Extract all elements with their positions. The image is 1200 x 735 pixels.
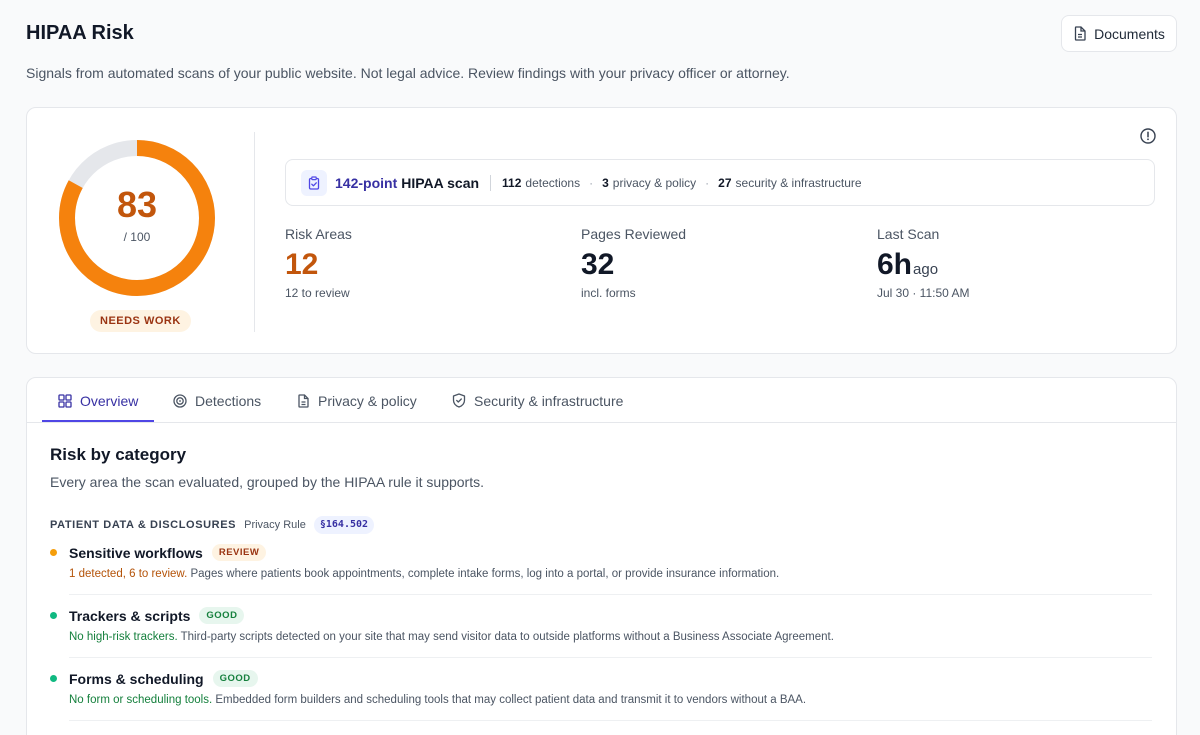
stat-unit: ago: [913, 261, 939, 278]
rule-code-badge: §164.502: [313, 516, 375, 534]
tab-detections[interactable]: Detections: [173, 378, 261, 423]
stat-risk-areas: Risk Areas 12 12 to review: [285, 226, 352, 300]
privacy-label: privacy & policy: [612, 175, 697, 190]
score-card: 83 / 100 NEEDS WORK 142-point HIPAA scan…: [26, 107, 1177, 354]
document-icon: [298, 393, 309, 408]
status-badge: GOOD: [199, 607, 245, 624]
item-description: No high-risk trackers. Third-party scrip…: [69, 631, 1153, 643]
strip-dot: ·: [589, 175, 594, 190]
tab-label: Overview: [80, 392, 139, 409]
scan-summary: 142-point HIPAA scan 112 detections · 3 …: [285, 159, 1155, 206]
document-icon: [1074, 26, 1086, 41]
status-dot: [50, 612, 57, 619]
group-rule: Privacy Rule: [244, 519, 306, 531]
status-badge: GOOD: [212, 670, 258, 687]
card-divider: [254, 132, 255, 332]
item-title: Forms & scheduling: [69, 670, 204, 687]
category-item-forms-scheduling[interactable]: Forms & scheduling GOOD No form or sched…: [50, 670, 1153, 706]
stat-pages-reviewed: Pages Reviewed 32 incl. forms: [581, 226, 686, 300]
status-dot: [50, 675, 57, 682]
tab-bar: Overview Detections Privacy & policy Sec…: [27, 378, 1176, 423]
item-head: Forms & scheduling GOOD: [50, 670, 1153, 687]
item-divider: [69, 657, 1152, 658]
hipaa-risk-page: HIPAA Risk Documents Signals from automa…: [0, 0, 1200, 735]
strip-dot: ·: [705, 175, 710, 190]
security-count: 27: [718, 175, 732, 190]
tab-label: Privacy & policy: [318, 392, 417, 409]
category-item-trackers-scripts[interactable]: Trackers & scripts GOOD No high-risk tra…: [50, 607, 1153, 643]
tab-overview[interactable]: Overview: [58, 378, 138, 423]
tab-security-infrastructure[interactable]: Security & infrastructure: [452, 378, 623, 423]
item-head: Sensitive workflows REVIEW: [50, 544, 1153, 561]
page-subtitle: Signals from automated scans of your pub…: [26, 65, 790, 81]
target-icon: [173, 393, 187, 408]
scan-label: HIPAA scan: [401, 174, 480, 191]
item-title: Trackers & scripts: [69, 607, 191, 624]
detections-label: detections: [525, 175, 581, 190]
clipboard-icon: [301, 169, 327, 196]
info-icon[interactable]: [1140, 128, 1156, 144]
section-subtitle: Every area the scan evaluated, grouped b…: [50, 474, 484, 490]
item-text: Embedded form builders and scheduling to…: [215, 694, 807, 706]
documents-label: Documents: [1094, 25, 1165, 42]
item-highlight: 1 detected, 6 to review.: [69, 568, 188, 580]
stat-sub: Jul 30 · 11:50 AM: [877, 286, 970, 300]
stat-last-scan: Last Scan 6h ago Jul 30 · 11:50 AM: [877, 226, 970, 300]
item-head: Trackers & scripts GOOD: [50, 607, 1153, 624]
status-dot: [50, 549, 57, 556]
stat-sub: 12 to review: [285, 286, 350, 300]
stat-label: Risk Areas: [285, 226, 352, 242]
stat-value: 12: [285, 248, 319, 281]
status-badge: NEEDS WORK: [90, 310, 191, 332]
grid-icon: [58, 393, 72, 408]
stat-label: Pages Reviewed: [581, 226, 687, 242]
stat-sub: incl. forms: [581, 286, 636, 300]
stat-value-row: 6h ago: [877, 248, 970, 282]
item-divider: [69, 594, 1152, 595]
stat-label: Last Scan: [877, 226, 940, 242]
active-tab-indicator: [42, 420, 154, 422]
tab-label: Detections: [195, 392, 262, 409]
stat-value: 32: [581, 248, 615, 281]
score-gauge: 83 / 100: [57, 138, 217, 298]
item-highlight: No form or scheduling tools.: [69, 694, 213, 706]
status-badge: REVIEW: [211, 544, 267, 561]
detections-count: 112: [502, 175, 522, 190]
category-group-header: PATIENT DATA & DISCLOSURES Privacy Rule …: [50, 516, 375, 534]
group-title: PATIENT DATA & DISCLOSURES: [50, 519, 237, 531]
item-description: 1 detected, 6 to review. Pages where pat…: [69, 568, 1153, 580]
tabs-card: Overview Detections Privacy & policy Sec…: [26, 377, 1177, 735]
scan-points: 142-point: [335, 174, 398, 191]
security-label: security & infrastructure: [735, 175, 862, 190]
item-divider: [69, 720, 1152, 721]
score-max: / 100: [123, 230, 151, 244]
score-value: 83: [116, 184, 158, 225]
item-text: Third-party scripts detected on your sit…: [180, 631, 834, 643]
shield-icon: [452, 393, 466, 408]
documents-button[interactable]: Documents: [1061, 15, 1177, 52]
tab-privacy-policy[interactable]: Privacy & policy: [297, 378, 417, 423]
section-title: Risk by category: [50, 445, 187, 464]
item-title: Sensitive workflows: [69, 544, 203, 561]
item-description: No form or scheduling tools. Embedded fo…: [69, 694, 1153, 706]
item-text: Pages where patients book appointments, …: [190, 568, 780, 580]
stat-value: 6h: [877, 248, 913, 281]
category-item-sensitive-workflows[interactable]: Sensitive workflows REVIEW 1 detected, 6…: [50, 544, 1153, 580]
strip-separator: [490, 174, 492, 191]
page-title: HIPAA Risk: [26, 22, 134, 44]
item-highlight: No high-risk trackers.: [69, 631, 178, 643]
privacy-count: 3: [602, 175, 609, 190]
tab-label: Security & infrastructure: [474, 392, 624, 409]
